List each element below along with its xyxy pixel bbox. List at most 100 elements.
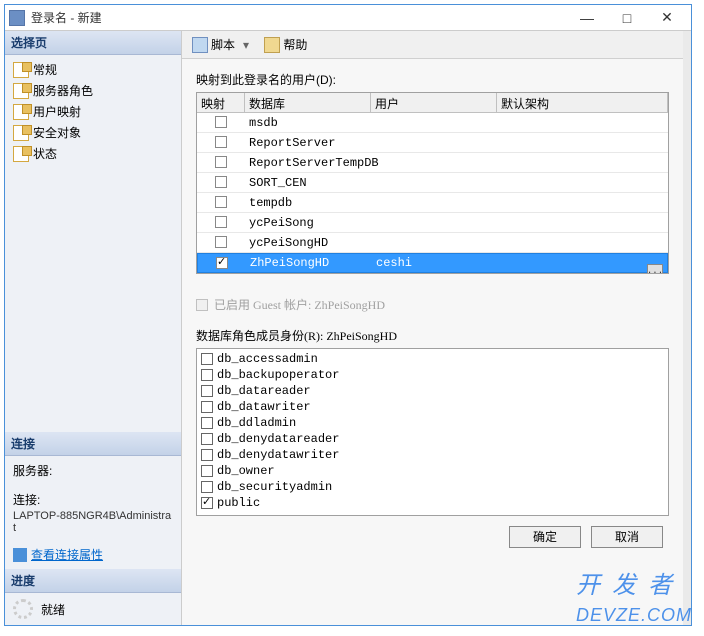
col-map[interactable]: 映射 xyxy=(197,93,245,112)
role-item[interactable]: db_securityadmin xyxy=(201,479,664,495)
page-icon xyxy=(13,62,29,78)
left-panel: 选择页 常规 服务器角色 用户映射 安全对象 状态 连接 服务器: 连接: LA… xyxy=(5,31,182,625)
titlebar: 登录名 - 新建 — □ ✕ xyxy=(5,5,691,31)
ok-button[interactable]: 确定 xyxy=(509,526,581,548)
role-checkbox[interactable] xyxy=(201,353,213,365)
role-checkbox[interactable] xyxy=(201,481,213,493)
db-cell: ReportServerTempDB xyxy=(245,155,371,171)
schema-cell[interactable] xyxy=(497,122,668,124)
map-cell xyxy=(197,175,245,191)
schema-cell[interactable] xyxy=(497,182,668,184)
window: 登录名 - 新建 — □ ✕ 选择页 常规 服务器角色 用户映射 安全对象 状态… xyxy=(4,4,692,626)
nav-label: 状态 xyxy=(33,145,57,162)
page-icon xyxy=(13,146,29,162)
map-checkbox[interactable] xyxy=(215,116,227,128)
nav-item-securables[interactable]: 安全对象 xyxy=(13,122,173,143)
db-cell: ycPeiSong xyxy=(245,215,371,231)
roles-label: 数据库角色成员身份(R): ZhPeiSongHD xyxy=(196,327,669,344)
map-checkbox[interactable] xyxy=(215,236,227,248)
ellipsis-button[interactable]: ... xyxy=(647,264,663,273)
grid-body[interactable]: msdbReportServer ReportServerTempDB SORT_C… xyxy=(197,113,668,273)
role-item[interactable]: db_datareader xyxy=(201,383,664,399)
nav-label: 服务器角色 xyxy=(33,82,93,99)
role-checkbox[interactable] xyxy=(201,465,213,477)
user-cell[interactable]: ceshi xyxy=(372,255,498,271)
cancel-button[interactable]: 取消 xyxy=(591,526,663,548)
col-database[interactable]: 数据库 xyxy=(245,93,371,112)
nav-item-general[interactable]: 常规 xyxy=(13,59,173,80)
progress-section: 就绪 xyxy=(5,593,181,625)
map-checkbox[interactable] xyxy=(215,156,227,168)
table-row[interactable]: ZhPeiSongHDceshi... xyxy=(197,253,668,273)
table-row[interactable]: SORT_CEN xyxy=(197,173,668,193)
role-item[interactable]: db_datawriter xyxy=(201,399,664,415)
table-row[interactable]: ReportServerTempDB xyxy=(197,153,668,173)
role-checkbox[interactable] xyxy=(201,385,213,397)
role-item[interactable]: db_owner xyxy=(201,463,664,479)
schema-cell[interactable] xyxy=(497,202,668,204)
role-checkbox[interactable] xyxy=(201,497,213,509)
role-checkbox[interactable] xyxy=(201,449,213,461)
table-row[interactable]: ycPeiSong xyxy=(197,213,668,233)
table-row[interactable]: ReportServer xyxy=(197,133,668,153)
db-cell: SORT_CEN xyxy=(245,175,371,191)
map-checkbox[interactable] xyxy=(215,216,227,228)
role-checkbox[interactable] xyxy=(201,401,213,413)
connection-header: 连接 xyxy=(5,432,181,456)
role-item[interactable]: db_ddladmin xyxy=(201,415,664,431)
schema-cell[interactable] xyxy=(497,162,668,164)
close-button[interactable]: ✕ xyxy=(647,6,687,30)
user-cell[interactable] xyxy=(371,122,497,124)
map-cell xyxy=(197,235,245,251)
db-cell: ZhPeiSongHD xyxy=(246,255,372,271)
toolbar: 脚本 ▾ 帮助 xyxy=(182,31,683,59)
col-user[interactable]: 用户 xyxy=(371,93,497,112)
progress-header: 进度 xyxy=(5,569,181,593)
role-checkbox[interactable] xyxy=(201,433,213,445)
map-checkbox[interactable] xyxy=(215,176,227,188)
map-checkbox[interactable] xyxy=(216,257,228,269)
nav-item-server-roles[interactable]: 服务器角色 xyxy=(13,80,173,101)
window-controls: — □ ✕ xyxy=(567,6,687,30)
role-checkbox[interactable] xyxy=(201,417,213,429)
script-button[interactable]: 脚本 xyxy=(188,34,239,55)
user-cell[interactable] xyxy=(371,242,497,244)
role-name: db_securityadmin xyxy=(217,480,332,494)
col-schema[interactable]: 默认架构 xyxy=(497,93,668,112)
role-item[interactable]: db_denydatareader xyxy=(201,431,664,447)
schema-cell[interactable]: ... xyxy=(498,262,667,264)
role-checkbox[interactable] xyxy=(201,369,213,381)
guest-row: 已启用 Guest 帐户: ZhPeiSongHD xyxy=(196,296,669,313)
spacer xyxy=(5,168,181,432)
script-label: 脚本 xyxy=(211,36,235,53)
user-cell[interactable] xyxy=(371,182,497,184)
user-cell[interactable] xyxy=(371,202,497,204)
user-cell[interactable] xyxy=(371,162,497,164)
maximize-button[interactable]: □ xyxy=(607,6,647,30)
minimize-button[interactable]: — xyxy=(567,6,607,30)
roles-list[interactable]: db_accessadmindb_backupoperatordb_datare… xyxy=(196,348,669,516)
role-item[interactable]: db_backupoperator xyxy=(201,367,664,383)
table-row[interactable]: msdb xyxy=(197,113,668,133)
role-item[interactable]: db_accessadmin xyxy=(201,351,664,367)
schema-cell[interactable] xyxy=(497,142,668,144)
view-connection-props-link[interactable]: 查看连接属性 xyxy=(13,542,173,567)
window-title: 登录名 - 新建 xyxy=(31,9,567,26)
scrollbar[interactable] xyxy=(683,31,691,625)
user-cell[interactable] xyxy=(371,142,497,144)
script-dropdown[interactable]: ▾ xyxy=(243,38,249,52)
schema-cell[interactable] xyxy=(497,242,668,244)
help-button[interactable]: 帮助 xyxy=(260,34,311,55)
nav-item-status[interactable]: 状态 xyxy=(13,143,173,164)
schema-cell[interactable] xyxy=(497,222,668,224)
user-cell[interactable] xyxy=(371,222,497,224)
role-item[interactable]: public xyxy=(201,495,664,511)
role-item[interactable]: db_denydatawriter xyxy=(201,447,664,463)
window-body: 选择页 常规 服务器角色 用户映射 安全对象 状态 连接 服务器: 连接: LA… xyxy=(5,31,691,625)
table-row[interactable]: ycPeiSongHD xyxy=(197,233,668,253)
table-row[interactable]: tempdb xyxy=(197,193,668,213)
map-checkbox[interactable] xyxy=(215,196,227,208)
nav-item-user-mapping[interactable]: 用户映射 xyxy=(13,101,173,122)
map-checkbox[interactable] xyxy=(215,136,227,148)
guest-checkbox xyxy=(196,299,208,311)
